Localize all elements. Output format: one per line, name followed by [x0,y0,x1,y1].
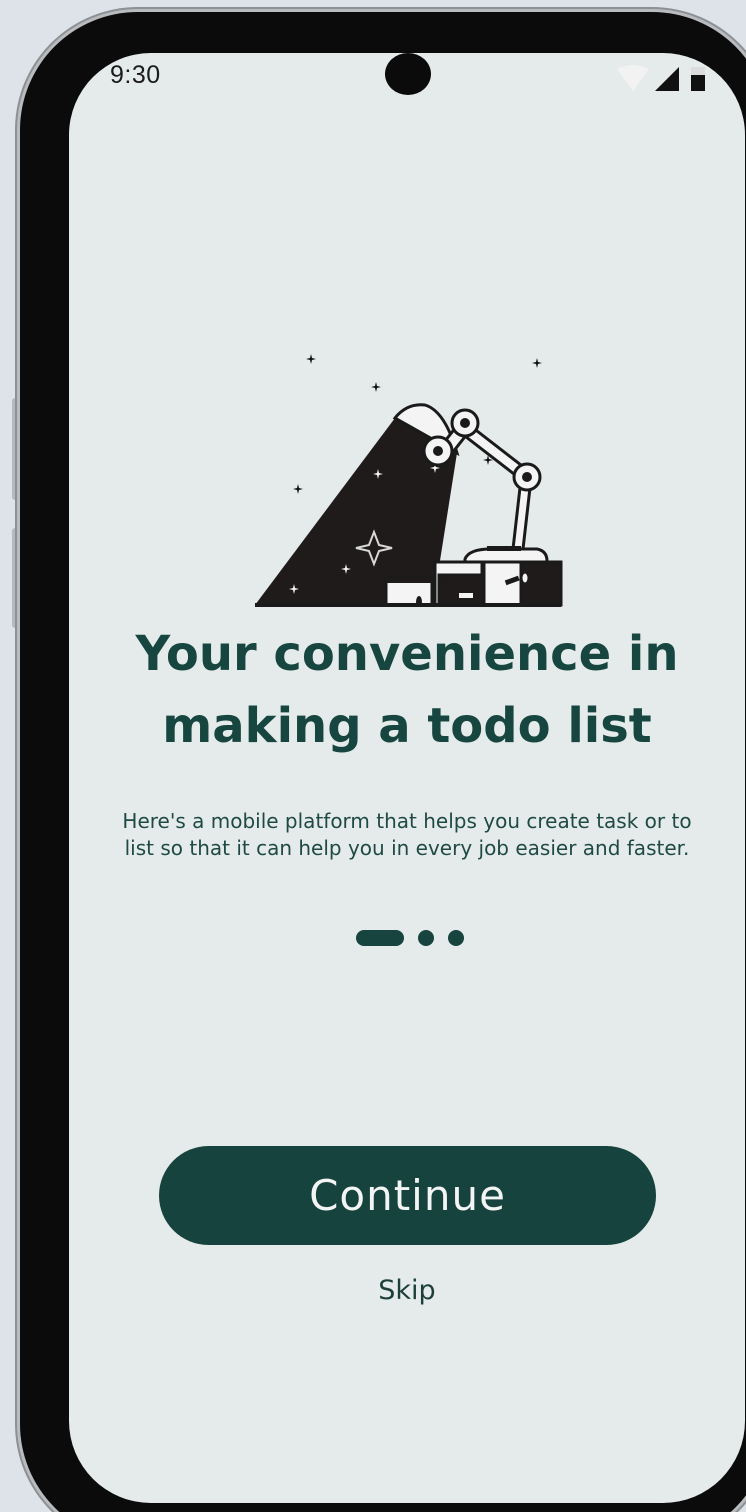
onboarding-description: Here's a mobile platform that helps you … [122,809,692,860]
onboarding-title: Your convenience in making a todo list [69,618,745,762]
page-indicator [356,929,464,947]
volume-down-button [12,528,20,628]
page-indicator-dot[interactable] [448,930,464,946]
phone-frame: 9:30 Your convenience in making a todo l… [20,12,746,1512]
status-bar-icons [617,65,705,91]
volume-up-button [12,398,20,500]
front-camera [385,53,431,95]
skip-button[interactable]: Skip [69,1275,745,1306]
page-indicator-dot[interactable] [418,930,434,946]
battery-icon [691,67,705,91]
onboarding-screen: 9:30 Your convenience in making a todo l… [69,53,745,1503]
onboarding-title-line-2: making a todo list [162,698,652,754]
continue-button[interactable]: Continue [159,1146,656,1245]
onboarding-title-line-1: Your convenience in [135,626,679,682]
page-indicator-dot-active[interactable] [356,930,404,946]
wifi-icon [617,65,649,91]
device-mockup: 9:30 Your convenience in making a todo l… [0,0,746,1512]
status-bar-time: 9:30 [110,61,161,89]
robot-lamp-boxes-illustration [255,354,563,607]
signal-icon [655,67,679,91]
